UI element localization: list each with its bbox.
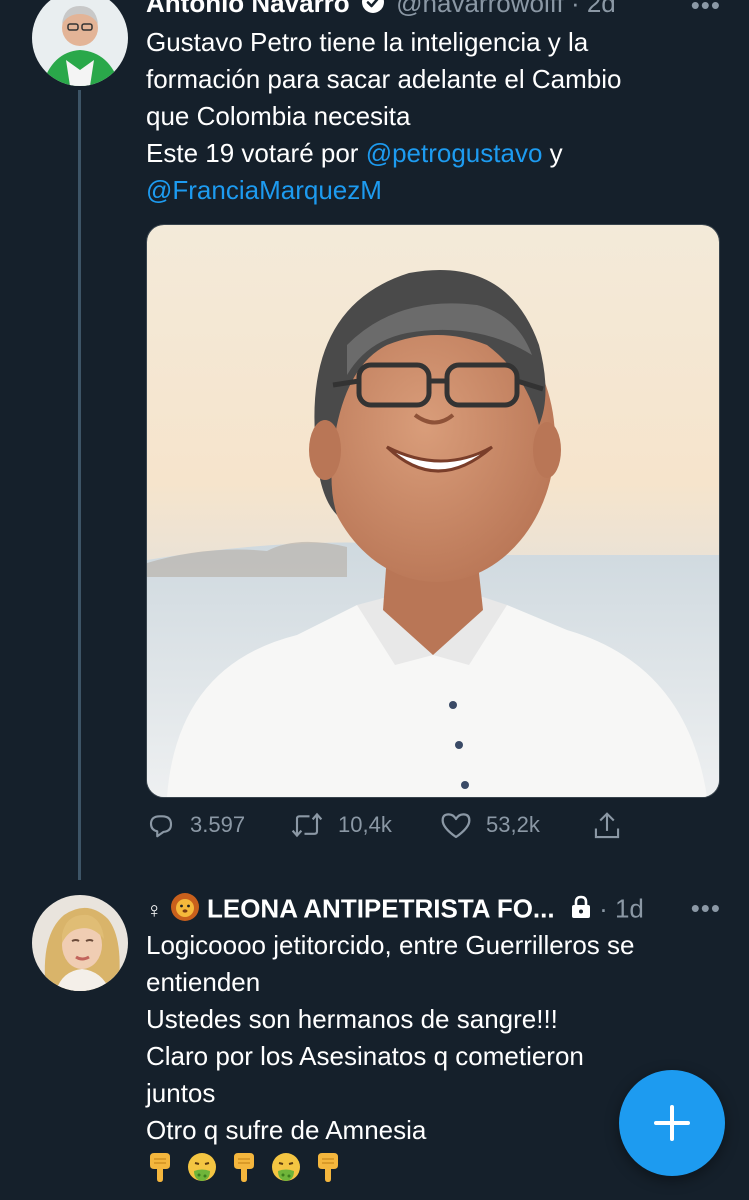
- pointing-down-icon: [150, 1153, 170, 1182]
- verified-badge-icon: [361, 0, 385, 21]
- tweet-text-line: Este 19 votaré por @petrogustavo y: [146, 135, 726, 172]
- separator-dot: ·: [570, 0, 580, 18]
- tweet-text-line: Claro por los Asesinatos q cometieron: [146, 1041, 584, 1071]
- reply-icon: [149, 815, 173, 838]
- timestamp[interactable]: 1d: [615, 893, 644, 923]
- author-name[interactable]: Antonio Navarro: [146, 0, 350, 18]
- tweet-text-line: Gustavo Petro tiene la inteligencia y la: [146, 27, 589, 57]
- more-options-icon[interactable]: •••: [691, 893, 721, 924]
- tweet-header: Antonio Navarro @navarrowolff · 2d: [146, 0, 616, 21]
- pointing-down-icon: [318, 1153, 338, 1182]
- thread-connector-line: [78, 90, 81, 880]
- tweet-text-line: Ustedes son hermanos de sangre!!!: [146, 1004, 558, 1034]
- share-button[interactable]: [592, 810, 636, 842]
- mention-link[interactable]: @petrogustavo: [366, 138, 543, 168]
- retweet-button[interactable]: 10,4k: [290, 810, 392, 840]
- retweet-icon: [291, 812, 323, 838]
- venus-symbol-icon: ♀: [146, 897, 163, 923]
- author-avatar[interactable]: [32, 895, 128, 991]
- nauseated-face-icon: [272, 1153, 300, 1181]
- mention-link[interactable]: @FranciaMarquezM: [146, 175, 382, 205]
- tweet-text-line: Logicoooo jetitorcido, entre Guerrillero…: [146, 930, 635, 960]
- nauseated-face-icon: [188, 1153, 216, 1181]
- tweet-text-segment: y: [542, 138, 563, 168]
- tweet-actions-bar: 3.597 10,4k 53,2k: [146, 810, 726, 850]
- author-handle[interactable]: @navarrowolff: [396, 0, 564, 18]
- author-avatar[interactable]: [32, 0, 128, 86]
- heart-icon: [441, 813, 471, 839]
- tweet-text-line: entienden: [146, 967, 261, 997]
- reply-count: 3.597: [190, 812, 246, 837]
- compose-tweet-button[interactable]: [619, 1070, 725, 1176]
- lion-face-icon: [170, 892, 200, 929]
- author-name[interactable]: LEONA ANTIPETRISTA FO...: [207, 893, 555, 923]
- tweet-media-image[interactable]: [146, 224, 720, 798]
- tweet-header: ♀ LEONA ANTIPETRISTA FO... · 1d: [146, 892, 644, 929]
- tweet-text: Gustavo Petro tiene la inteligencia y la…: [146, 24, 726, 209]
- share-icon: [594, 812, 620, 839]
- tweet-text-line: que Colombia necesita: [146, 101, 411, 131]
- like-button[interactable]: 53,2k: [440, 810, 540, 840]
- pointing-down-icon: [234, 1153, 254, 1182]
- tweet-text-segment: Este 19 votaré por: [146, 138, 366, 168]
- reply-button[interactable]: 3.597: [146, 810, 245, 840]
- separator-dot: ·: [599, 893, 608, 924]
- plus-icon: [654, 1105, 690, 1141]
- tweet-text-line: formación para sacar adelante el Cambio: [146, 64, 622, 94]
- timestamp[interactable]: 2d: [587, 0, 616, 18]
- retweet-count: 10,4k: [338, 812, 392, 837]
- like-count: 53,2k: [486, 812, 540, 837]
- lock-icon: [570, 895, 592, 926]
- more-options-icon[interactable]: •••: [691, 0, 721, 21]
